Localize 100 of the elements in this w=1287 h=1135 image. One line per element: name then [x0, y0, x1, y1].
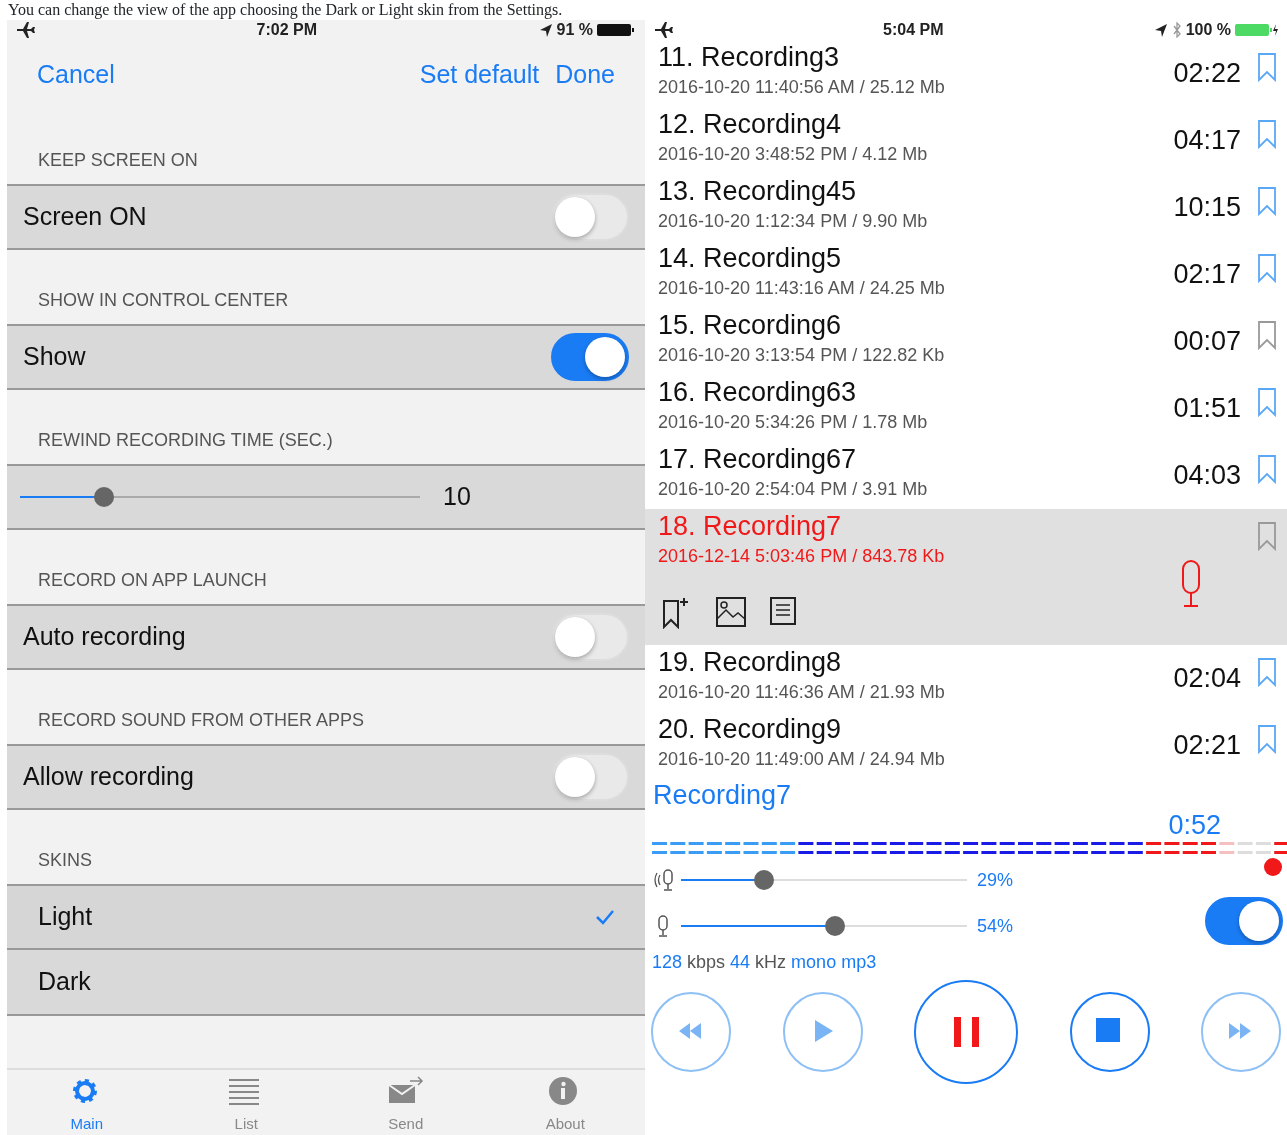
elapsed-time: 0:52	[1167, 811, 1222, 839]
row-label: Allow recording	[23, 761, 194, 793]
recording-info: 2016-10-20 11:46:36 AM / 21.93 Mb	[658, 681, 946, 704]
row-label: Show	[23, 341, 86, 373]
bookmark-icon[interactable]	[1257, 119, 1277, 149]
battery-icon	[597, 23, 637, 37]
recording-info: 2016-10-20 3:48:52 PM / 4.12 Mb	[658, 143, 929, 166]
nav-button[interactable]: Done	[555, 56, 615, 94]
airplane-icon	[653, 21, 673, 39]
recording-info: 2016-10-20 11:43:16 AM / 24.25 Mb	[658, 277, 946, 300]
airplane-icon	[15, 21, 35, 39]
recording-duration: 02:22	[1173, 57, 1241, 91]
recording-info: 2016-12-14 5:03:46 PM / 843.78 Kb	[658, 545, 946, 568]
row-label: Auto recording	[23, 621, 186, 653]
recording-info: 2016-10-20 11:40:56 AM / 25.12 Mb	[658, 76, 946, 99]
skin-option[interactable]: Light	[7, 884, 645, 950]
slider-thumb[interactable]	[825, 916, 846, 936]
option-label: Light	[38, 901, 93, 933]
recording-row[interactable]: 17. Recording67 2016-10-20 2:54:04 PM / 3.91 Mb 04:03	[645, 442, 1287, 509]
recording-row[interactable]: 14. Recording5 2016-10-20 11:43:16 AM / 24.25 Mb 02:17	[645, 241, 1287, 308]
recording-duration: 02:21	[1173, 729, 1241, 763]
recording-duration: 00:07	[1173, 325, 1241, 359]
location-icon	[1153, 22, 1168, 38]
status-time: 7:02 PM	[256, 20, 317, 40]
section-header: SKINS	[37, 849, 94, 872]
format-info: kHz	[755, 951, 787, 974]
format-info: mono	[791, 951, 837, 974]
recording-row[interactable]: 13. Recording45 2016-10-20 1:12:34 PM / 9.90 Mb 10:15	[645, 174, 1287, 241]
location-icon	[538, 22, 553, 38]
bookmark-icon[interactable]	[1257, 724, 1277, 754]
battery-percent: 100 %	[1185, 20, 1231, 40]
bookmark-icon[interactable]	[1257, 253, 1277, 283]
recording-duration: 02:17	[1173, 258, 1241, 292]
record-dot-icon	[1263, 857, 1283, 877]
section-header: KEEP SCREEN ON	[37, 149, 199, 172]
recording-title: 16. Recording63	[658, 376, 858, 409]
recording-title: 12. Recording4	[658, 108, 843, 141]
bookmark-icon[interactable]	[1257, 387, 1277, 417]
level-percent: 29%	[977, 868, 1015, 892]
recording-duration: 01:51	[1173, 392, 1241, 426]
recording-row[interactable]: 20. Recording9 2016-10-20 11:49:00 AM / 24.94 Mb 02:21	[645, 712, 1287, 779]
bookmark-icon[interactable]	[1257, 186, 1277, 216]
slider-value: 10	[443, 481, 471, 513]
section-header: REWIND RECORDING TIME (SEC.)	[37, 429, 334, 452]
recording-name: Recording7	[652, 779, 793, 811]
bookmark-icon[interactable]	[1257, 454, 1277, 484]
recording-title: 11. Recording3	[658, 41, 841, 74]
battery-icon	[1235, 23, 1279, 37]
recording-title: 15. Recording6	[658, 309, 843, 342]
recording-duration: 02:04	[1173, 662, 1241, 696]
recording-row[interactable]: 19. Recording8 2016-10-20 11:46:36 AM / 21.93 Mb 02:04	[645, 645, 1287, 712]
recording-duration: 10:15	[1173, 191, 1241, 225]
toggle-switch[interactable]	[1205, 897, 1283, 945]
image-icon[interactable]	[716, 597, 746, 627]
cancel-button[interactable]: Cancel	[37, 56, 115, 94]
slider-thumb[interactable]	[94, 487, 114, 507]
bookmark-icon[interactable]	[1257, 657, 1277, 687]
option-label: Dark	[38, 966, 91, 998]
speaker-microphone-icon	[653, 869, 673, 891]
microphone-icon	[658, 915, 668, 937]
document-icon[interactable]	[770, 597, 796, 625]
format-info: 128	[652, 951, 683, 974]
recording-duration: 04:17	[1173, 124, 1241, 158]
format-info: kbps	[687, 951, 726, 974]
recording-title: 13. Recording45	[658, 175, 858, 208]
recording-info: 2016-10-20 5:34:26 PM / 1.78 Mb	[658, 411, 929, 434]
microphone-icon	[1181, 559, 1201, 609]
section-header: RECORD ON APP LAUNCH	[37, 569, 268, 592]
slider-thumb[interactable]	[753, 870, 774, 890]
recording-row[interactable]: 16. Recording63 2016-10-20 5:34:26 PM / 1.78 Mb 01:51	[645, 375, 1287, 442]
battery-percent: 91 %	[556, 20, 593, 40]
format-info: mp3	[841, 951, 877, 974]
recording-info: 2016-10-20 1:12:34 PM / 9.90 Mb	[658, 210, 929, 233]
level-percent: 54%	[977, 914, 1015, 938]
recording-duration: 04:03	[1173, 459, 1241, 493]
caption-text: You can change the view of the app choosing the Dark or Light skin from the Settings.	[7, 0, 564, 20]
bookmark-icon[interactable]	[1257, 320, 1277, 350]
recording-row[interactable]: 11. Recording3 2016-10-20 11:40:56 AM / 25.12 Mb 02:22	[645, 40, 1287, 107]
recording-title: 17. Recording67	[658, 443, 858, 476]
skin-option[interactable]: Dark	[7, 950, 645, 1016]
section-header: SHOW IN CONTROL CENTER	[37, 289, 290, 312]
bookmark-icon[interactable]	[1257, 521, 1277, 551]
format-info: 44	[730, 951, 751, 974]
recording-title: 18. Recording7	[658, 510, 843, 543]
recording-row[interactable]: 15. Recording6 2016-10-20 3:13:54 PM / 122.82 Kb 00:07	[645, 308, 1287, 375]
bookmark-icon[interactable]	[1257, 52, 1277, 82]
recording-info: 2016-10-20 2:54:04 PM / 3.91 Mb	[658, 478, 929, 501]
nav-button[interactable]: Set default	[419, 56, 540, 94]
recording-title: 14. Recording5	[658, 242, 843, 275]
tab-item[interactable]: Main	[7, 1070, 167, 1135]
toggle-switch[interactable]	[551, 333, 629, 381]
row-label: Screen ON	[23, 201, 147, 233]
recording-title: 19. Recording8	[658, 646, 843, 679]
bluetooth-icon	[1171, 22, 1182, 38]
section-header: RECORD SOUND FROM OTHER APPS	[37, 709, 366, 732]
recording-row[interactable]: 12. Recording4 2016-10-20 3:48:52 PM / 4.12 Mb 04:17	[645, 107, 1287, 174]
recording-info: 2016-10-20 11:49:00 AM / 24.94 Mb	[658, 748, 946, 771]
status-time: 5:04 PM	[883, 20, 944, 40]
recording-title: 20. Recording9	[658, 713, 843, 746]
recording-info: 2016-10-20 3:13:54 PM / 122.82 Kb	[658, 344, 946, 367]
